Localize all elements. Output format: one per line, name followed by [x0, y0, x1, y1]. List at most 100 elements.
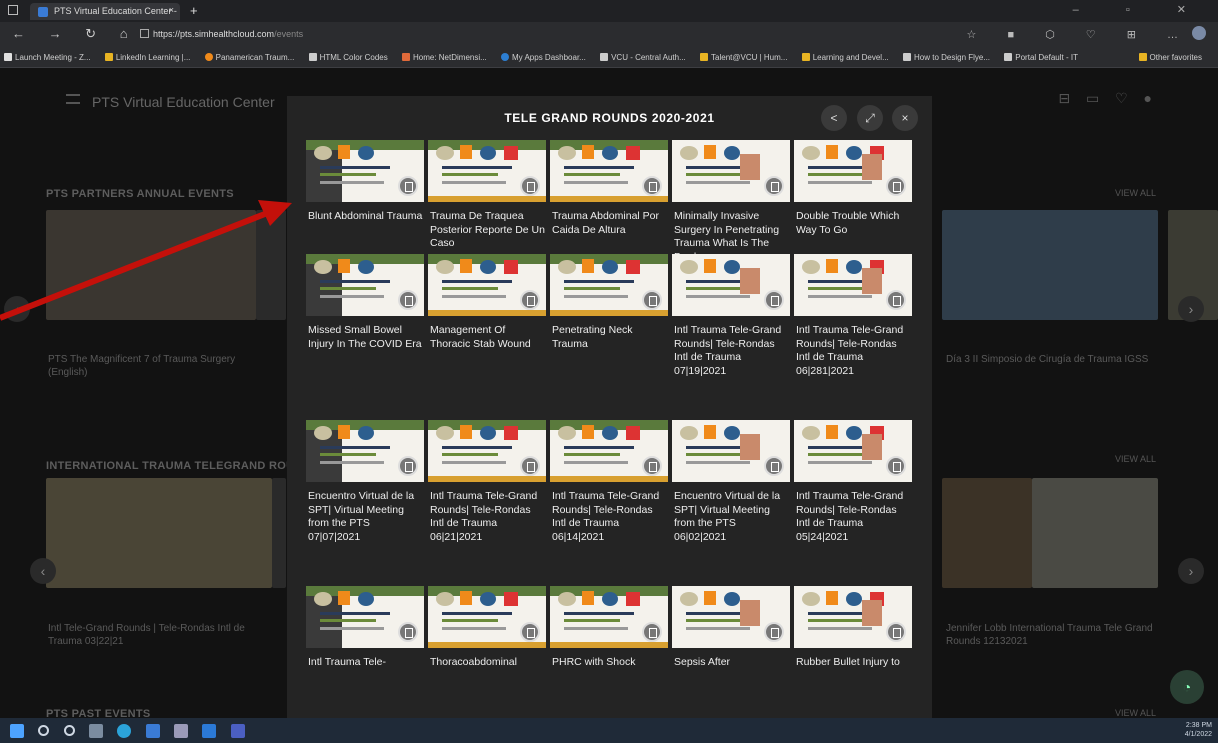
paint-icon[interactable]: [174, 723, 189, 738]
gallery-icon[interactable]: [886, 290, 906, 310]
video-thumbnail[interactable]: [306, 254, 424, 316]
browser-tools[interactable]: ☆ ■ ⬡ ♡ ⊞ …: [967, 26, 1206, 41]
bookmark-item[interactable]: Home: NetDimensi...: [398, 48, 495, 62]
chat-icon[interactable]: ◔: [1170, 670, 1204, 704]
header-tools[interactable]: ⊟ ▭ ♡ ●: [1058, 90, 1158, 107]
video-title[interactable]: Blunt Abdominal Trauma: [308, 210, 424, 224]
bookmark-item[interactable]: HTML Color Codes: [305, 48, 396, 62]
video-title[interactable]: PHRC with Shock: [552, 656, 668, 670]
event-thumbnail[interactable]: [1032, 478, 1158, 588]
gallery-icon[interactable]: [764, 456, 784, 476]
gallery-icon[interactable]: [886, 622, 906, 642]
view-all-link[interactable]: VIEW ALL: [1115, 188, 1156, 198]
gallery-icon[interactable]: [642, 290, 662, 310]
carousel-next-icon[interactable]: ›: [1178, 558, 1204, 584]
video-thumbnail[interactable]: [672, 140, 790, 202]
video-thumbnail[interactable]: [672, 254, 790, 316]
gallery-icon[interactable]: [520, 456, 540, 476]
video-title[interactable]: Intl Trauma Tele-: [308, 656, 424, 670]
video-thumbnail[interactable]: [794, 254, 912, 316]
nav-buttons[interactable]: ← → ↻ ⌂: [12, 26, 138, 42]
video-thumbnail[interactable]: [550, 586, 668, 648]
bookmark-item[interactable]: How to Design Flye...: [899, 48, 998, 62]
bookmark-item[interactable]: Panamerican Traum...: [201, 48, 303, 62]
video-thumbnail[interactable]: [550, 254, 668, 316]
bookmark-item[interactable]: My Apps Dashboar...: [497, 48, 594, 62]
video-thumbnail[interactable]: [794, 586, 912, 648]
video-title[interactable]: Penetrating Neck Trauma: [552, 324, 668, 351]
outlook-icon[interactable]: [202, 723, 217, 738]
video-thumbnail[interactable]: [306, 140, 424, 202]
video-title[interactable]: Intl Trauma Tele-Grand Rounds| Tele-Rond…: [674, 324, 790, 378]
video-thumbnail[interactable]: [672, 420, 790, 482]
video-title[interactable]: Thoracoabdominal: [430, 656, 546, 670]
view-all-link[interactable]: VIEW ALL: [1115, 708, 1156, 718]
video-thumbnail[interactable]: [306, 586, 424, 648]
video-thumbnail[interactable]: [428, 254, 546, 316]
event-thumbnail[interactable]: [272, 478, 286, 588]
address-bar[interactable]: https://pts.simhealthcloud.com/events: [140, 26, 980, 44]
video-title[interactable]: Intl Trauma Tele-Grand Rounds| Tele-Rond…: [796, 490, 912, 544]
profile-avatar[interactable]: [1192, 26, 1206, 40]
toolbar-icons[interactable]: ☆ ■ ⬡ ♡ ⊞ …: [967, 29, 1192, 41]
gallery-icon[interactable]: [764, 290, 784, 310]
gallery-icon[interactable]: [642, 622, 662, 642]
gallery-icon[interactable]: [764, 622, 784, 642]
gallery-icon[interactable]: [398, 456, 418, 476]
task-view-icon[interactable]: [89, 723, 104, 738]
video-thumbnail[interactable]: [794, 420, 912, 482]
video-title[interactable]: Encuentro Virtual de la SPT| Virtual Mee…: [674, 490, 790, 544]
gallery-icon[interactable]: [642, 176, 662, 196]
carousel-prev-icon[interactable]: ‹: [30, 558, 56, 584]
view-all-link[interactable]: VIEW ALL: [1115, 454, 1156, 464]
window-controls[interactable]: ‒ ▫ ✕: [1073, 3, 1208, 16]
browser-tab[interactable]: PTS Virtual Education Center - ×: [30, 3, 180, 20]
system-clock[interactable]: 2:38 PM 4/1/2022: [1185, 721, 1212, 739]
video-title[interactable]: Rubber Bullet Injury to: [796, 656, 912, 670]
video-thumbnail[interactable]: [428, 140, 546, 202]
event-thumbnail[interactable]: [46, 478, 272, 588]
video-thumbnail[interactable]: [672, 586, 790, 648]
gallery-icon[interactable]: [886, 456, 906, 476]
hamburger-menu-icon[interactable]: [66, 94, 80, 104]
windows-start-icon[interactable]: [10, 723, 24, 738]
gallery-icon[interactable]: [642, 456, 662, 476]
bookmark-item[interactable]: Launch Meeting - Z...: [0, 48, 99, 62]
window-menu-icon[interactable]: [8, 5, 18, 15]
bookmark-item[interactable]: Talent@VCU | Hum...: [696, 48, 795, 62]
expand-icon[interactable]: ⤢: [857, 105, 883, 131]
file-explorer-icon[interactable]: [145, 723, 160, 738]
share-icon[interactable]: <: [821, 105, 847, 131]
video-title[interactable]: Sepsis After: [674, 656, 790, 670]
close-icon[interactable]: ×: [892, 105, 918, 131]
video-thumbnail[interactable]: [550, 140, 668, 202]
gallery-icon[interactable]: [764, 176, 784, 196]
other-favorites[interactable]: Other favorites: [1135, 48, 1210, 62]
bookmark-item[interactable]: LinkedIn Learning |...: [101, 48, 199, 62]
edge-icon[interactable]: [117, 723, 132, 738]
video-thumbnail[interactable]: [794, 140, 912, 202]
video-title[interactable]: Intl Trauma Tele-Grand Rounds| Tele-Rond…: [796, 324, 912, 378]
video-thumbnail[interactable]: [428, 420, 546, 482]
video-title[interactable]: Intl Trauma Tele-Grand Rounds| Tele-Rond…: [552, 490, 668, 544]
search-icon[interactable]: [38, 725, 50, 737]
event-thumbnail[interactable]: [942, 210, 1158, 320]
cortana-icon[interactable]: [63, 725, 75, 737]
video-title[interactable]: Trauma De Traquea Posterior Reporte De U…: [430, 210, 546, 251]
video-title[interactable]: Encuentro Virtual de la SPT| Virtual Mee…: [308, 490, 424, 544]
event-thumbnail[interactable]: [942, 478, 1032, 588]
teams-icon[interactable]: [230, 723, 245, 738]
event-thumbnail[interactable]: [256, 210, 286, 320]
video-title[interactable]: Intl Trauma Tele-Grand Rounds| Tele-Rond…: [430, 490, 546, 544]
video-thumbnail[interactable]: [550, 420, 668, 482]
gallery-icon[interactable]: [520, 176, 540, 196]
gallery-icon[interactable]: [398, 176, 418, 196]
event-thumbnail[interactable]: [46, 210, 256, 320]
gallery-icon[interactable]: [520, 622, 540, 642]
bookmark-item[interactable]: VCU - Central Auth...: [596, 48, 694, 62]
video-title[interactable]: Missed Small Bowel Injury In The COVID E…: [308, 324, 424, 351]
video-thumbnail[interactable]: [428, 586, 546, 648]
gallery-icon[interactable]: [398, 290, 418, 310]
carousel-prev-icon[interactable]: ‹: [4, 296, 30, 322]
gallery-icon[interactable]: [398, 622, 418, 642]
